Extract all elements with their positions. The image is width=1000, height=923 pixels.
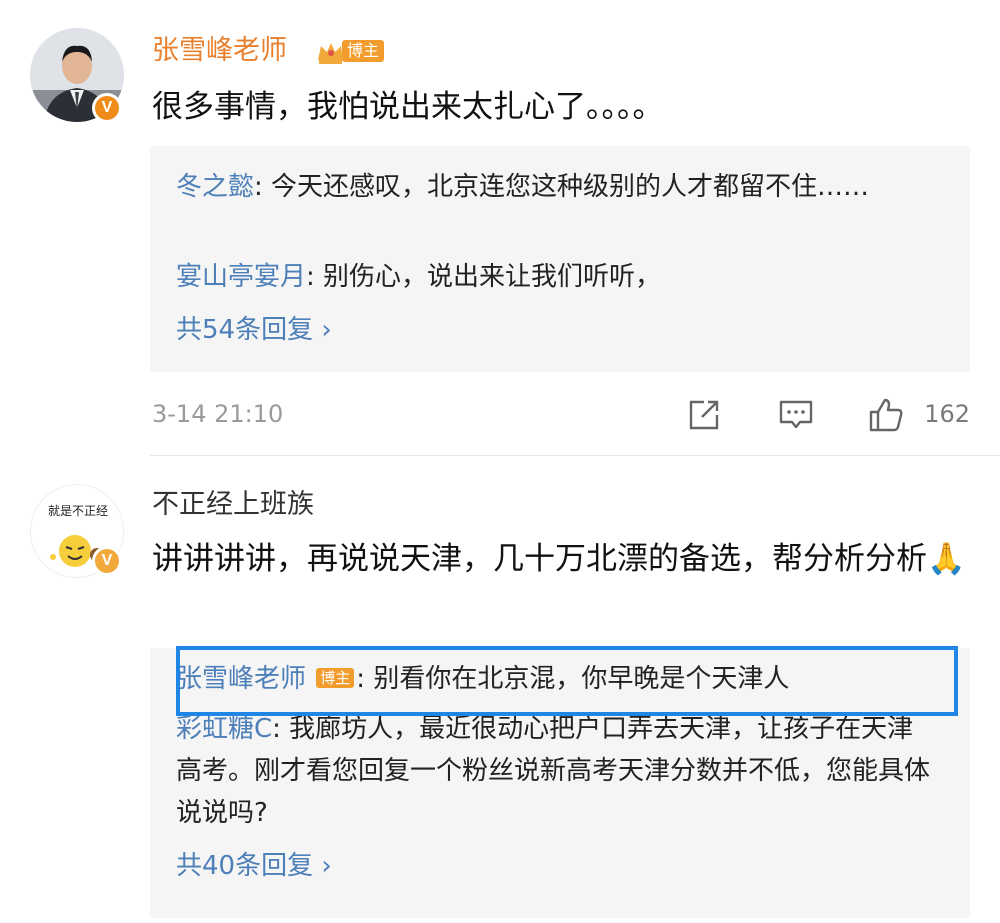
comment-content: 很多事情，我怕说出来太扎心了。。。。 <box>152 89 664 125</box>
comment-username[interactable]: 张雪峰老师 <box>152 33 287 69</box>
comment-item: V 张雪峰老师 博主 很多事情，我怕说出来太扎心了。。。。 冬之懿: 今天还感叹… <box>0 0 1000 455</box>
reply-item: 宴山亭宴月: 别伤心，说出来让我们听听， <box>176 256 936 298</box>
reply-username[interactable]: 冬之懿 <box>176 172 254 202</box>
comment-icon[interactable] <box>778 397 814 433</box>
verified-badge: V <box>92 93 122 123</box>
more-replies-link[interactable]: 共40条回复 › <box>176 848 332 884</box>
reply-item: 彩虹糖C: 我廊坊人，最近很动心把户口弄去天津，让孩子在天津高考。刚才看您回复一… <box>176 708 936 834</box>
reply-item: 冬之懿: 今天还感叹，北京连您这种级别的人才都留不住…… <box>176 166 936 208</box>
reply-text: : 今天还感叹，北京连您这种级别的人才都留不住…… <box>254 172 870 202</box>
verified-badge: V <box>92 546 122 576</box>
comment-username[interactable]: 不正经上班族 <box>152 487 314 523</box>
reply-username[interactable]: 宴山亭宴月 <box>176 262 306 292</box>
like-icon[interactable] <box>868 397 904 433</box>
like-count: 162 <box>924 400 970 428</box>
blogger-badge: 博主 <box>342 40 385 62</box>
share-icon[interactable] <box>686 397 722 433</box>
more-replies-link[interactable]: 共54条回复 › <box>176 312 332 348</box>
reply-text: : 我廊坊人，最近很动心把户口弄去天津，让孩子在天津高考。刚才看您回复一个粉丝说… <box>176 714 931 828</box>
reply-username[interactable]: 彩虹糖C <box>176 714 272 744</box>
comment-time: 3-14 21:10 <box>152 400 284 428</box>
highlight-box <box>176 646 958 716</box>
reply-preview-box[interactable]: 冬之懿: 今天还感叹，北京连您这种级别的人才都留不住…… 宴山亭宴月: 别伤心，… <box>150 146 970 372</box>
comment-content: 讲讲讲讲，再说说天津，几十万北漂的备选，帮分析分析🙏 <box>152 541 966 577</box>
svg-text:就是不正经: 就是不正经 <box>48 504 108 518</box>
comment-footer: 3-14 21:10 162 <box>152 395 972 435</box>
reply-text: : 别伤心，说出来让我们听听， <box>306 262 662 292</box>
